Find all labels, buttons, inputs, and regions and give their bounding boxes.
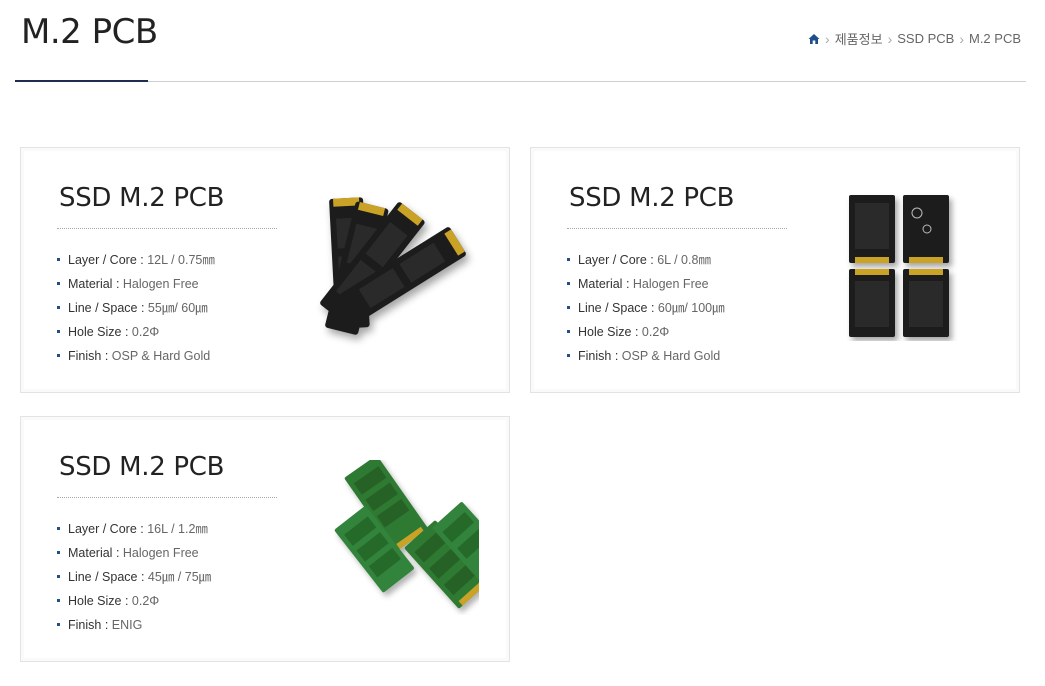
bullet-icon <box>57 599 60 603</box>
bullet-icon <box>567 354 570 358</box>
spec-item: Hole Size : 0.2Φ <box>57 589 211 613</box>
spec-item: Line / Space : 60㎛/ 100㎛ <box>567 296 725 320</box>
bullet-icon <box>57 551 60 555</box>
spec-list: Layer / Core : 6L / 0.8㎜ Material : Halo… <box>567 248 725 368</box>
bullet-icon <box>57 330 60 334</box>
bullet-icon <box>57 282 60 286</box>
spec-item: Finish : OSP & Hard Gold <box>567 344 725 368</box>
bullet-icon <box>57 623 60 627</box>
product-title: SSD M.2 PCB <box>59 183 225 213</box>
spec-item: Material : Halogen Free <box>57 541 211 565</box>
black-m2-pcb-fan-image <box>320 197 466 335</box>
spec-item: Layer / Core : 12L / 0.75㎜ <box>57 248 215 272</box>
spec-item: Material : Halogen Free <box>57 272 215 296</box>
bullet-icon <box>567 330 570 334</box>
spec-item: Line / Space : 55㎛/ 60㎛ <box>57 296 215 320</box>
spec-item: Hole Size : 0.2Φ <box>57 320 215 344</box>
spec-list: Layer / Core : 16L / 1.2㎜ Material : Hal… <box>57 517 211 637</box>
breadcrumb: › 제품정보 › SSD PCB › M.2 PCB <box>808 29 1021 48</box>
chevron-right-icon: › <box>825 30 830 47</box>
spec-item: Layer / Core : 6L / 0.8㎜ <box>567 248 725 272</box>
spec-item: Material : Halogen Free <box>567 272 725 296</box>
bullet-icon <box>57 354 60 358</box>
black-m2-pcb-quad-image <box>849 195 949 337</box>
spec-list: Layer / Core : 12L / 0.75㎜ Material : Ha… <box>57 248 215 368</box>
bullet-icon <box>57 258 60 262</box>
bullet-icon <box>567 282 570 286</box>
breadcrumb-item-current: M.2 PCB <box>968 31 1021 46</box>
bullet-icon <box>567 306 570 310</box>
chevron-right-icon: › <box>959 30 964 47</box>
product-card: SSD M.2 PCB Layer / Core : 16L / 1.2㎜ Ma… <box>20 416 510 662</box>
green-m2-pcb-stack-image <box>334 460 479 609</box>
breadcrumb-item-product-info[interactable]: 제품정보 <box>835 29 883 48</box>
home-icon[interactable] <box>808 33 820 45</box>
product-title: SSD M.2 PCB <box>569 183 735 213</box>
spec-item: Hole Size : 0.2Φ <box>567 320 725 344</box>
title-divider <box>15 81 1026 82</box>
spec-item: Line / Space : 45㎛ / 75㎛ <box>57 565 211 589</box>
bullet-icon <box>57 575 60 579</box>
product-card: SSD M.2 PCB Layer / Core : 12L / 0.75㎜ M… <box>20 147 510 393</box>
title-dotted-divider <box>57 228 277 229</box>
breadcrumb-item-ssd-pcb[interactable]: SSD PCB <box>897 31 954 46</box>
page-title: M.2 PCB <box>21 12 158 52</box>
bullet-icon <box>57 306 60 310</box>
title-dotted-divider <box>57 497 277 498</box>
title-dotted-divider <box>567 228 787 229</box>
product-card: SSD M.2 PCB Layer / Core : 6L / 0.8㎜ Mat… <box>530 147 1020 393</box>
spec-item: Finish : ENIG <box>57 613 211 637</box>
spec-item: Finish : OSP & Hard Gold <box>57 344 215 368</box>
product-title: SSD M.2 PCB <box>59 452 225 482</box>
chevron-right-icon: › <box>887 30 893 47</box>
spec-item: Layer / Core : 16L / 1.2㎜ <box>57 517 211 541</box>
title-accent-bar <box>15 80 148 82</box>
bullet-icon <box>567 258 570 262</box>
bullet-icon <box>57 527 60 531</box>
